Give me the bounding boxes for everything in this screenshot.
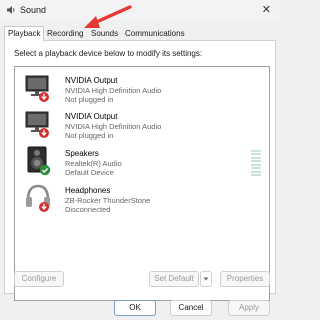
device-name: NVIDIA Output bbox=[65, 76, 118, 85]
monitor-icon bbox=[25, 75, 49, 102]
device-list[interactable]: NVIDIA Output NVIDIA High Definition Aud… bbox=[14, 66, 270, 301]
title-bar: Sound ✕ bbox=[0, 0, 279, 20]
device-detail: NVIDIA High Definition Audio bbox=[65, 122, 162, 131]
default-check-badge-icon bbox=[39, 164, 51, 176]
instruction-text: Select a playback device below to modify… bbox=[14, 49, 203, 58]
set-default-button[interactable]: Set Default bbox=[149, 271, 199, 287]
device-name: Speakers bbox=[65, 149, 99, 158]
unplugged-badge-icon bbox=[39, 92, 49, 102]
device-status: Not plugged in bbox=[65, 131, 114, 140]
device-name: NVIDIA Output bbox=[65, 112, 118, 121]
volume-level-meter bbox=[251, 150, 261, 176]
device-status: Not plugged in bbox=[65, 95, 114, 104]
device-item-speakers[interactable]: Speakers Realtek(R) Audio Default Device bbox=[15, 146, 269, 180]
chevron-down-icon bbox=[203, 277, 209, 281]
device-name: Headphones bbox=[65, 186, 111, 195]
configure-button[interactable]: Configure bbox=[14, 271, 64, 287]
unplugged-badge-icon bbox=[39, 128, 49, 138]
ok-button[interactable]: OK bbox=[114, 300, 156, 316]
apply-button[interactable]: Apply bbox=[228, 300, 270, 316]
device-item-nvidia-output-2[interactable]: NVIDIA Output NVIDIA High Definition Aud… bbox=[15, 109, 269, 143]
set-default-dropdown-button[interactable] bbox=[200, 271, 212, 287]
cancel-button[interactable]: Cancel bbox=[170, 300, 212, 316]
device-detail: NVIDIA High Definition Audio bbox=[65, 86, 162, 95]
speaker-app-icon bbox=[7, 6, 15, 14]
window-title: Sound bbox=[20, 5, 47, 15]
device-item-nvidia-output-1[interactable]: NVIDIA Output NVIDIA High Definition Aud… bbox=[15, 73, 269, 107]
close-button[interactable]: ✕ bbox=[262, 3, 271, 16]
headphones-icon bbox=[26, 184, 50, 212]
device-status: Default Device bbox=[65, 168, 114, 177]
tab-playback[interactable]: Playback bbox=[4, 26, 45, 42]
properties-button[interactable]: Properties bbox=[220, 271, 270, 287]
speaker-icon bbox=[27, 146, 51, 176]
device-detail: Realtek(R) Audio bbox=[65, 159, 122, 168]
device-item-headphones[interactable]: Headphones ZB-Rocker ThunderStone Discon… bbox=[15, 183, 269, 217]
device-status: Disconnected bbox=[65, 205, 111, 214]
monitor-icon bbox=[25, 111, 49, 138]
device-detail: ZB-Rocker ThunderStone bbox=[65, 196, 151, 205]
annotation-arrow-icon bbox=[84, 5, 132, 28]
playback-panel: Select a playback device below to modify… bbox=[4, 40, 276, 301]
unplugged-badge-icon bbox=[39, 202, 49, 212]
